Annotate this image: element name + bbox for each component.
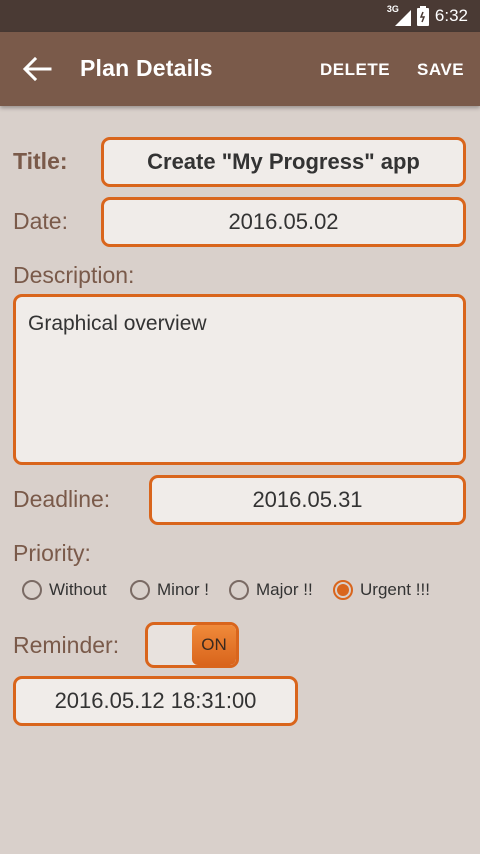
- reminder-label: Reminder:: [13, 632, 120, 658]
- status-time: 6:32: [434, 6, 468, 25]
- priority-option-major[interactable]: Major !!: [229, 580, 313, 600]
- priority-option-minor[interactable]: Minor !: [130, 580, 209, 600]
- radio-checked-icon: [333, 580, 353, 600]
- date-field[interactable]: 2016.05.02: [101, 197, 466, 247]
- radio-unchecked-icon: [229, 580, 249, 600]
- deadline-field[interactable]: 2016.05.31: [149, 475, 466, 525]
- priority-option-urgent[interactable]: Urgent !!!: [333, 580, 430, 600]
- priority-option-label: Minor !: [157, 580, 209, 599]
- priority-option-without[interactable]: Without: [22, 580, 107, 600]
- app-bar: Plan Details DELETE SAVE: [0, 32, 480, 106]
- back-arrow-icon[interactable]: [20, 54, 54, 84]
- title-label: Title:: [13, 148, 68, 174]
- delete-button[interactable]: DELETE: [320, 60, 390, 80]
- description-field[interactable]: Graphical overview: [13, 294, 466, 465]
- reminder-datetime-field[interactable]: 2016.05.12 18:31:00: [13, 676, 298, 726]
- toggle-knob: ON: [192, 625, 236, 665]
- radio-unchecked-icon: [130, 580, 150, 600]
- status-bar: 3G 6:32: [0, 0, 480, 32]
- priority-label: Priority:: [13, 540, 91, 566]
- radio-unchecked-icon: [22, 580, 42, 600]
- date-label: Date:: [13, 208, 68, 234]
- signal-icon: 3G: [387, 4, 411, 26]
- battery-icon: [416, 6, 429, 26]
- deadline-label: Deadline:: [13, 486, 111, 512]
- priority-option-label: Major !!: [256, 580, 313, 599]
- title-field[interactable]: Create "My Progress" app: [101, 137, 466, 187]
- page-title: Plan Details: [80, 55, 213, 81]
- description-label: Description:: [13, 262, 135, 288]
- priority-option-label: Without: [49, 580, 107, 599]
- priority-option-label: Urgent !!!: [360, 580, 430, 599]
- reminder-toggle[interactable]: ON: [145, 622, 239, 668]
- save-button[interactable]: SAVE: [417, 60, 464, 80]
